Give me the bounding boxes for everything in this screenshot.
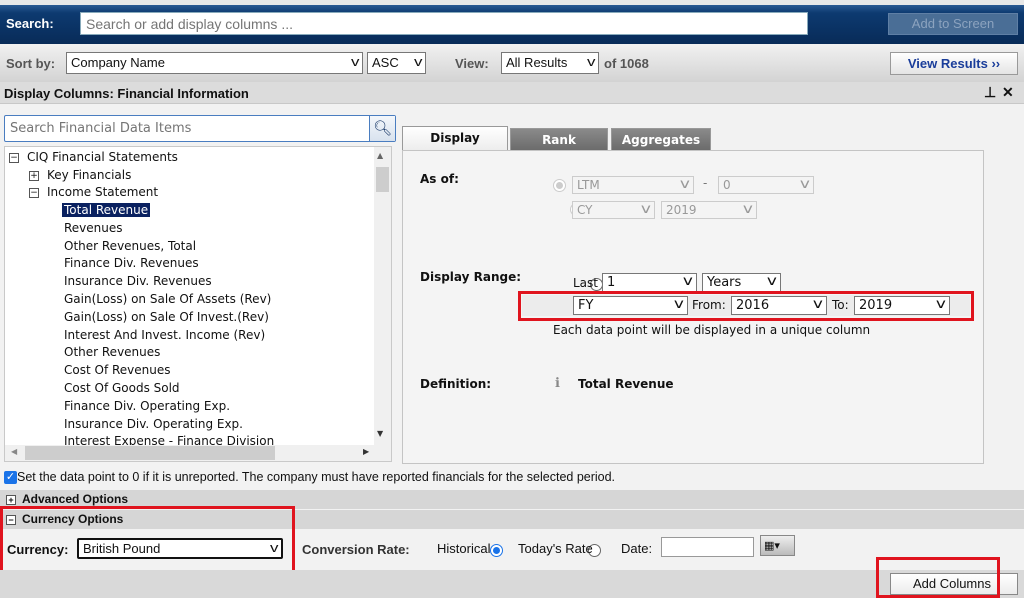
date-input[interactable]: [661, 537, 754, 557]
sort-order-select[interactable]: ASC v: [367, 52, 426, 74]
calendar-icon[interactable]: ▦▾: [760, 535, 795, 556]
last-unit-value: Years: [707, 275, 742, 290]
definition-label: Definition:: [420, 377, 492, 391]
tab-display[interactable]: Display: [402, 126, 508, 151]
cy-value: CY: [577, 203, 593, 217]
tree-item[interactable]: Gain(Loss) on Sale Of Assets (Rev): [64, 292, 271, 306]
scroll-thumb[interactable]: [25, 446, 275, 460]
sort-field-value: Company Name: [71, 55, 165, 70]
tree-node-root[interactable]: − CIQ Financial Statements: [9, 150, 178, 164]
ltm-value: LTM: [577, 178, 600, 192]
chevron-down-icon: v: [680, 177, 691, 192]
view-value: All Results: [506, 55, 568, 70]
last-label: Last: [573, 276, 598, 290]
ltm-select[interactable]: LTM v: [572, 176, 694, 194]
chevron-down-icon: v: [413, 54, 422, 69]
result-count: of 1068: [604, 56, 649, 71]
search-bar: Search: Add to Screen: [0, 0, 1024, 44]
checkbox-checked-icon[interactable]: ✓: [4, 471, 17, 485]
cy-year-select[interactable]: 2019 v: [661, 201, 757, 219]
chevron-down-icon: v: [641, 202, 652, 217]
dash-separator: -: [703, 176, 708, 190]
vertical-scrollbar[interactable]: ▲ ▼: [374, 147, 391, 445]
display-range-label: Display Range:: [420, 270, 522, 284]
collapse-icon[interactable]: −: [29, 187, 39, 198]
tree-node-income-statement[interactable]: − Income Statement: [29, 185, 158, 199]
add-to-screen-button[interactable]: Add to Screen: [888, 13, 1018, 35]
tree-item[interactable]: Insurance Div. Revenues: [64, 274, 212, 288]
search-label: Search:: [6, 16, 54, 31]
ltm-offset-value: 0: [723, 178, 731, 192]
tree-item[interactable]: Interest And Invest. Income (Rev): [64, 328, 265, 342]
info-icon: ℹ: [555, 376, 560, 391]
tree-item[interactable]: Insurance Div. Operating Exp.: [64, 417, 243, 431]
chevron-down-icon: v: [800, 177, 811, 192]
expand-icon[interactable]: +: [29, 170, 39, 181]
tree-item[interactable]: Revenues: [64, 221, 123, 235]
chevron-down-icon: v: [743, 202, 754, 217]
unreported-label: Set the data point to 0 if it is unrepor…: [17, 470, 616, 484]
highlight-box: [518, 291, 974, 321]
ltm-offset-select[interactable]: 0v: [718, 176, 814, 194]
scroll-thumb[interactable]: [376, 167, 389, 192]
tree-node-label: Key Financials: [47, 168, 132, 182]
tree-item[interactable]: Cost Of Revenues: [64, 363, 171, 377]
sort-order-value: ASC: [372, 55, 399, 70]
last-count-value: 1: [607, 275, 616, 290]
search-icon[interactable]: 🔍︎: [369, 116, 395, 141]
sort-field-select[interactable]: Company Name v: [66, 52, 363, 74]
tab-aggregates[interactable]: Aggregates: [611, 128, 711, 151]
chevron-down-icon: v: [767, 274, 778, 289]
todays-rate-label: Today's Rate: [518, 541, 593, 556]
tree-item[interactable]: Other Revenues: [64, 345, 160, 359]
tree-node-key-financials[interactable]: + Key Financials: [29, 168, 131, 182]
close-icon[interactable]: ✕: [1002, 84, 1014, 101]
range-note: Each data point will be displayed in a u…: [553, 323, 871, 337]
as-of-label: As of:: [420, 172, 459, 186]
tree-item[interactable]: Cost Of Goods Sold: [64, 381, 180, 395]
horizontal-scrollbar[interactable]: ◀ ▶: [5, 445, 391, 461]
sort-bar: Sort by: Company Name v ASC v View: All Re…: [0, 44, 1024, 82]
tree-item[interactable]: Gain(Loss) on Sale Of Invest.(Rev): [64, 310, 269, 324]
tree-item[interactable]: Total Revenue: [62, 203, 151, 217]
last-unit-select[interactable]: Years v: [702, 273, 781, 292]
tree-item[interactable]: Finance Div. Revenues: [64, 256, 199, 270]
historical-label: Historical: [437, 541, 491, 556]
expand-icon[interactable]: +: [6, 494, 16, 505]
tree-item[interactable]: Other Revenues, Total: [64, 239, 196, 253]
search-input[interactable]: [80, 12, 808, 35]
footer-bar: [0, 570, 1024, 598]
data-item-tree: − CIQ Financial Statements + Key Financial…: [4, 146, 392, 462]
cy-year-value: 2019: [666, 203, 697, 217]
last-count-select[interactable]: 1v: [602, 273, 697, 292]
collapse-icon[interactable]: −: [9, 152, 19, 163]
sort-label: Sort by:: [6, 56, 56, 71]
panel-title: Display Columns: Financial Information: [4, 86, 249, 101]
definition-value: Total Revenue: [578, 377, 674, 391]
tab-rank[interactable]: Rank: [510, 128, 608, 151]
highlight-box: [876, 557, 1000, 598]
view-label: View:: [455, 56, 489, 71]
tree-node-label: Income Statement: [47, 185, 159, 199]
ltm-radio[interactable]: [553, 179, 566, 192]
view-results-button[interactable]: View Results ››: [890, 52, 1018, 75]
pin-icon[interactable]: ⊥: [984, 84, 996, 101]
cy-select[interactable]: CY v: [572, 201, 655, 219]
tree-item[interactable]: Finance Div. Operating Exp.: [64, 399, 230, 413]
tree-node-label: CIQ Financial Statements: [27, 150, 178, 164]
item-search-input[interactable]: [5, 116, 367, 141]
date-label: Date:: [621, 541, 653, 556]
item-search-box: 🔍︎: [4, 115, 396, 142]
advanced-options-label: Advanced Options: [22, 492, 129, 506]
highlight-box: [0, 506, 295, 574]
chevron-down-icon: v: [350, 54, 359, 69]
panel-header: Display Columns: Financial Information ⊥…: [0, 82, 1024, 104]
conversion-rate-label: Conversion Rate:: [302, 542, 410, 557]
unreported-option[interactable]: ✓ Set the data point to 0 if it is unrepo…: [4, 470, 616, 485]
chevron-down-icon: v: [683, 274, 694, 289]
chevron-down-icon: v: [586, 54, 595, 69]
view-select[interactable]: All Results v: [501, 52, 599, 74]
